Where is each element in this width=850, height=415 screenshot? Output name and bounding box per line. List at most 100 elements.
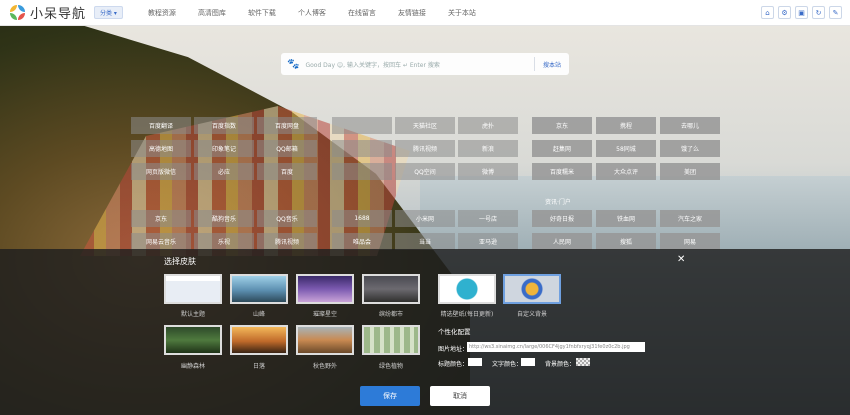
link-cell[interactable]: QQ音乐 (257, 210, 317, 227)
search-site-button[interactable]: 搜本站 (533, 57, 569, 71)
link-cell[interactable]: 百度网盘 (257, 117, 317, 134)
link-cell[interactable]: 网页版微信 (131, 163, 191, 180)
search-bar: 🐾 Good Day ☺, 输入关键字，按回车 ↵ Enter 搜索 搜本站 (281, 53, 569, 75)
theme-label: 日落 (252, 363, 265, 370)
title-color-picker[interactable] (468, 358, 482, 366)
theme-thumb-forest[interactable] (164, 325, 222, 355)
link-cell[interactable]: 百度 (257, 163, 317, 180)
theme-thumb-mountain[interactable] (230, 274, 288, 304)
link-cell[interactable]: 高德地图 (131, 140, 191, 157)
link-cell[interactable]: 汽车之家 (660, 210, 720, 227)
link-cell[interactable] (332, 163, 392, 180)
close-icon[interactable]: ✕ (677, 254, 685, 265)
pinwheel-logo-icon (10, 4, 26, 21)
cancel-button[interactable]: 取消 (430, 386, 490, 406)
refresh-icon[interactable]: ↻ (812, 6, 825, 19)
image-url-label: 图片地址： (438, 346, 469, 353)
toolbar: ⌂ ⚙ ▣ ↻ ✎ (757, 6, 842, 19)
skin-modal (0, 249, 850, 415)
link-cell[interactable]: 网易云音乐 (131, 233, 191, 250)
link-cell[interactable]: 京东 (532, 117, 592, 134)
link-cell[interactable]: 虎扑 (458, 117, 518, 134)
nav-item-friend-links[interactable]: 友情链接 (387, 8, 437, 18)
image-url-field[interactable]: http://ws3.sinaimg.cn/large/006CF4jgy1fn… (467, 342, 645, 352)
nav-item-gallery[interactable]: 高清图库 (187, 8, 237, 18)
theme-thumb-daily-wallpaper[interactable] (438, 274, 496, 304)
theme-thumb-custom-background[interactable] (503, 274, 561, 304)
link-cell[interactable]: 天猫社区 (395, 117, 455, 134)
link-cell[interactable]: 赶集网 (532, 140, 592, 157)
text-color-picker[interactable] (521, 358, 535, 366)
link-cell[interactable]: 乐视 (194, 233, 254, 250)
link-cell[interactable]: 京东 (131, 210, 191, 227)
personal-config-title: 个性化配置 (438, 328, 471, 336)
link-cell[interactable]: 当当 (395, 233, 455, 250)
link-cell[interactable]: 百度指数 (194, 117, 254, 134)
text-color-label: 文字颜色： (492, 361, 523, 368)
link-cell[interactable]: 携程 (596, 117, 656, 134)
nav-item-about[interactable]: 关于本站 (437, 8, 487, 18)
link-cell[interactable]: 百度翻译 (131, 117, 191, 134)
theme-label: 璀璨星空 (312, 311, 337, 318)
nav-item-blog[interactable]: 个人博客 (287, 8, 337, 18)
site-name: 小呆导航 (30, 7, 87, 22)
category-dropdown[interactable]: 分类 ▾ (94, 6, 123, 19)
link-cell[interactable]: 去哪儿 (660, 117, 720, 134)
link-cell[interactable]: 大众点评 (596, 163, 656, 180)
link-cell[interactable]: 一号店 (458, 210, 518, 227)
link-cell[interactable]: 百度糯米 (532, 163, 592, 180)
link-cell[interactable]: 腾讯视频 (257, 233, 317, 250)
home-icon[interactable]: ⌂ (761, 6, 774, 19)
link-cell[interactable]: 小米网 (395, 210, 455, 227)
link-cell[interactable] (332, 140, 392, 157)
image-icon[interactable]: ▣ (795, 6, 808, 19)
link-cell[interactable] (332, 117, 392, 134)
nav-item-software[interactable]: 软件下载 (237, 8, 287, 18)
group-title-news: 资讯·门户 (545, 199, 571, 206)
theme-label: 自定义背景 (516, 311, 547, 318)
theme-thumb-starry-sky[interactable] (296, 274, 354, 304)
theme-thumb-plants[interactable] (362, 325, 420, 355)
link-cell[interactable]: 唯品会 (332, 233, 392, 250)
gear-icon[interactable]: ⚙ (778, 6, 791, 19)
link-cell[interactable]: 亚马逊 (458, 233, 518, 250)
link-cell[interactable]: 好奇日报 (532, 210, 592, 227)
link-cell[interactable]: 58同城 (596, 140, 656, 157)
link-cell[interactable]: 酷狗音乐 (194, 210, 254, 227)
main-nav: 教程资源 高清图库 软件下载 个人博客 在线留言 友情链接 关于本站 (137, 8, 487, 18)
save-button[interactable]: 保存 (360, 386, 420, 406)
theme-label: 默认主题 (180, 311, 205, 318)
paw-icon: 🐾 (287, 58, 300, 70)
nav-item-messages[interactable]: 在线留言 (337, 8, 387, 18)
modal-title: 选择皮肤 (164, 257, 196, 266)
link-cell[interactable]: 美团 (660, 163, 720, 180)
theme-label: 秋色野外 (312, 363, 337, 370)
top-header: 小呆导航 分类 ▾ 教程资源 高清图库 软件下载 个人博客 在线留言 友情链接 … (0, 0, 850, 26)
theme-thumb-city[interactable] (362, 274, 420, 304)
title-color-label: 标题颜色： (438, 361, 469, 368)
theme-thumb-autumn[interactable] (296, 325, 354, 355)
link-cell[interactable]: 必应 (194, 163, 254, 180)
theme-label: 精选壁纸(每日更新) (440, 311, 494, 318)
nav-item-tutorials[interactable]: 教程资源 (137, 8, 187, 18)
link-cell[interactable]: 新浪 (458, 140, 518, 157)
link-cell[interactable]: 腾讯视频 (395, 140, 455, 157)
theme-label: 幽静森林 (180, 363, 205, 370)
site-logo[interactable]: 小呆导航 (10, 3, 86, 22)
search-input[interactable]: Good Day ☺, 输入关键字，按回车 ↵ Enter 搜索 (305, 60, 534, 69)
link-cell[interactable]: QQ邮箱 (257, 140, 317, 157)
link-cell[interactable]: QQ空间 (395, 163, 455, 180)
edit-icon[interactable]: ✎ (829, 6, 842, 19)
link-cell[interactable]: 1688 (332, 210, 392, 227)
link-cell[interactable]: 人民网 (532, 233, 592, 250)
link-cell[interactable]: 印象笔记 (194, 140, 254, 157)
theme-thumb-sunset[interactable] (230, 325, 288, 355)
link-cell[interactable]: 饿了么 (660, 140, 720, 157)
link-cell[interactable]: 搜狐 (596, 233, 656, 250)
link-cell[interactable]: 网易 (660, 233, 720, 250)
theme-thumb-default[interactable] (164, 274, 222, 304)
theme-label: 山峰 (252, 311, 265, 318)
bg-color-picker[interactable] (576, 358, 590, 366)
link-cell[interactable]: 微博 (458, 163, 518, 180)
link-cell[interactable]: 铁血网 (596, 210, 656, 227)
